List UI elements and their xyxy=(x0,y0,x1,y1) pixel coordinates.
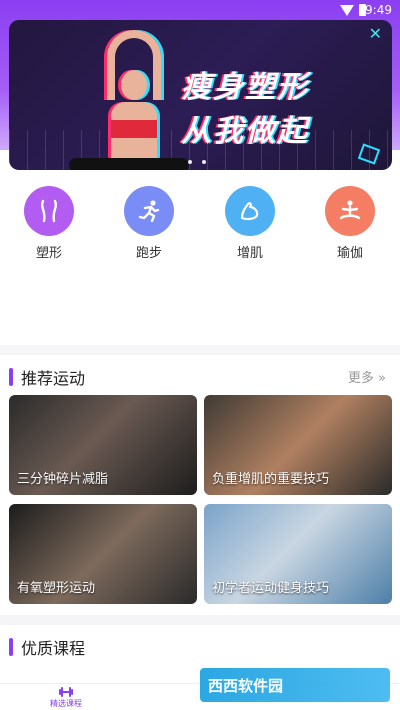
watermark-logo: 西西软件园 xyxy=(200,668,390,702)
category-label: 增肌 xyxy=(236,246,263,261)
exercise-card[interactable]: 负重增肌的重要技巧 xyxy=(204,395,392,495)
yoga-icon xyxy=(325,186,375,236)
exercise-card[interactable]: 三分钟碎片减脂 xyxy=(9,395,197,495)
category-shaping[interactable]: 塑形 xyxy=(14,186,84,261)
section-title: 优质课程 xyxy=(21,639,86,658)
running-icon xyxy=(124,186,174,236)
nav-tab-label: 精选课程 xyxy=(50,699,82,708)
category-label: 跑步 xyxy=(135,246,162,261)
top-area: 9:49 ✕ 瘦身塑形 从我做起 塑形 跑步 增肌 瑜伽 xyxy=(0,0,400,345)
shaping-icon xyxy=(24,186,74,236)
banner-pagination[interactable] xyxy=(188,160,206,164)
status-time: 9:49 xyxy=(365,3,392,17)
category-running[interactable]: 跑步 xyxy=(114,186,184,261)
status-bar: 9:49 xyxy=(0,0,400,22)
card-label: 有氧塑形运动 xyxy=(17,581,96,596)
recommended-section: 推荐运动 更多 » 三分钟碎片减脂 负重增肌的重要技巧 有氧塑形运动 初学者运动… xyxy=(0,355,400,615)
card-label: 负重增肌的重要技巧 xyxy=(212,472,330,487)
section-accent-bar xyxy=(9,368,13,386)
dumbbell-icon xyxy=(59,687,73,697)
muscle-icon xyxy=(225,186,275,236)
category-label: 塑形 xyxy=(35,246,62,261)
card-label: 初学者运动健身技巧 xyxy=(212,581,330,596)
category-yoga[interactable]: 瑜伽 xyxy=(315,186,385,261)
more-link[interactable]: 更多 » xyxy=(348,367,386,386)
banner-athlete-image xyxy=(69,30,189,170)
exercise-card[interactable]: 有氧塑形运动 xyxy=(9,504,197,604)
section-title: 推荐运动 xyxy=(21,369,86,388)
watermark-text: 西西软件园 xyxy=(208,676,284,695)
section-accent-bar xyxy=(9,638,13,656)
wifi-icon xyxy=(340,5,354,16)
banner-dot[interactable] xyxy=(202,160,206,164)
category-label: 瑜伽 xyxy=(336,246,363,261)
category-row: 塑形 跑步 增肌 瑜伽 xyxy=(0,186,400,266)
banner-title-line2: 从我做起 xyxy=(181,114,309,149)
promo-banner[interactable]: ✕ 瘦身塑形 从我做起 xyxy=(9,20,392,170)
banner-title-line1: 瘦身塑形 xyxy=(181,70,309,105)
nav-tab-featured[interactable]: 精选课程 xyxy=(26,686,106,709)
exercise-card[interactable]: 初学者运动健身技巧 xyxy=(204,504,392,604)
banner-dot[interactable] xyxy=(188,160,192,164)
category-muscle[interactable]: 增肌 xyxy=(215,186,285,261)
section-header: 优质课程 xyxy=(9,635,85,659)
card-label: 三分钟碎片减脂 xyxy=(17,472,109,487)
banner-x-decoration: ✕ xyxy=(368,24,382,43)
section-header: 推荐运动 xyxy=(9,365,85,389)
